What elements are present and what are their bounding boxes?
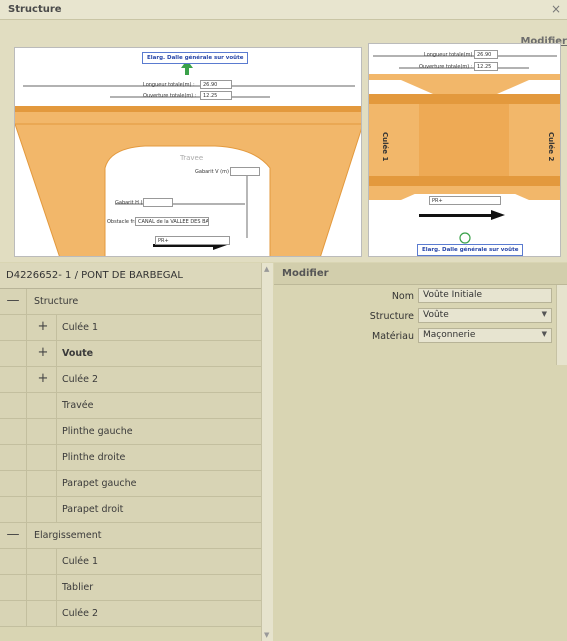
tree-item[interactable]: — Elargissement xyxy=(0,523,261,549)
tree-indent-line xyxy=(26,523,27,548)
materiau-label: Matériau xyxy=(372,331,414,342)
tree-item[interactable]: Travée xyxy=(0,393,261,419)
tree-indent-line xyxy=(56,601,57,626)
tree-header: D4226652- 1 / PONT DE BARBEGAL xyxy=(0,263,261,289)
tree-item-label: Culée 1 xyxy=(62,322,99,333)
tree-indent-line xyxy=(26,289,27,314)
modify-scrollbar[interactable] xyxy=(556,285,567,365)
structure-select[interactable]: Voûte ▼ xyxy=(418,308,552,323)
gabarit-v-label: Gabarit V (m) xyxy=(195,169,229,175)
tree-scrollbar[interactable]: ▲ ▼ xyxy=(261,263,273,641)
materiau-select-value: Maçonnerie xyxy=(423,330,476,340)
expand-icon[interactable]: + xyxy=(30,319,56,334)
tree-item-label: Travée xyxy=(62,400,94,411)
modify-title: Modifier xyxy=(282,268,329,279)
tree-item[interactable]: Tablier xyxy=(0,575,261,601)
elarg-button-bottom[interactable]: Elarg. Dalle générale sur voûte xyxy=(417,244,524,256)
tree-item-label: Culée 2 xyxy=(62,608,99,619)
tree-item-label: Plinthe gauche xyxy=(62,426,133,437)
nom-field[interactable]: Voûte Initiale xyxy=(418,288,552,303)
expand-icon[interactable]: + xyxy=(30,371,56,386)
tree-indent-line xyxy=(56,315,57,340)
tree-item[interactable]: Culée 2 xyxy=(0,601,261,627)
tree-item[interactable]: Plinthe gauche xyxy=(0,419,261,445)
ouverture-input[interactable]: 12.25 xyxy=(200,91,232,100)
plan-longueur-label: Longueur totale(m) : xyxy=(424,52,476,58)
tree-indent-line xyxy=(26,549,27,574)
tree-item[interactable]: Parapet gauche xyxy=(0,471,261,497)
tree-indent-line xyxy=(56,549,57,574)
structure-label: Structure xyxy=(369,311,414,322)
pr-select-left[interactable]: PR+ xyxy=(155,236,230,245)
modify-header: Modifier xyxy=(274,263,567,285)
tree-indent-line xyxy=(26,471,27,496)
tree-indent-line xyxy=(26,575,27,600)
tree-item-label: Structure xyxy=(34,296,79,307)
tree-indent-line xyxy=(56,367,57,392)
plan-ouverture-label: Ouverture totale(m) : xyxy=(419,64,473,70)
plan-drawing xyxy=(369,55,560,244)
tree-indent-line xyxy=(56,419,57,444)
nom-label: Nom xyxy=(391,291,414,302)
tree-indent-line xyxy=(26,393,27,418)
tree-item[interactable]: — Structure xyxy=(0,289,261,315)
collapse-icon[interactable]: — xyxy=(0,527,26,542)
collapse-icon[interactable]: — xyxy=(0,293,26,308)
travee-label: Travee xyxy=(180,154,204,162)
pr-select-right[interactable]: PR+ xyxy=(429,196,501,205)
expand-icon[interactable]: + xyxy=(30,345,56,360)
ouverture-label: Ouverture totale(m) : xyxy=(143,93,197,99)
tree-item[interactable]: Parapet droit xyxy=(0,497,261,523)
tree-indent-line xyxy=(56,497,57,522)
tree-item[interactable]: + Voute xyxy=(0,341,261,367)
bridge-title: D4226652- 1 / PONT DE BARBEGAL xyxy=(6,270,183,281)
close-icon[interactable]: × xyxy=(551,2,561,16)
materiau-select[interactable]: Maçonnerie ▼ xyxy=(418,328,552,343)
tree-item-label: Elargissement xyxy=(34,530,102,541)
tree-item-label: Tablier xyxy=(62,582,94,593)
plan-ouverture-input[interactable]: 12.25 xyxy=(474,62,498,71)
tree-item-label: Plinthe droite xyxy=(62,452,126,463)
tree-indent-line xyxy=(56,393,57,418)
tree-item[interactable]: + Culée 1 xyxy=(0,315,261,341)
scroll-down-icon[interactable]: ▼ xyxy=(264,631,269,639)
tree-indent-line xyxy=(26,445,27,470)
tree-item-label: Parapet gauche xyxy=(62,478,137,489)
obstacle-select[interactable]: CANAL de la VALLEE DES BA xyxy=(135,217,209,226)
tree-item[interactable]: Plinthe droite xyxy=(0,445,261,471)
longueur-input[interactable]: 26.90 xyxy=(200,80,232,89)
elarg-button-top[interactable]: Elarg. Dalle générale sur voûte xyxy=(142,52,249,64)
gabarit-v-input[interactable] xyxy=(230,167,260,176)
gabarit-h-input[interactable] xyxy=(143,198,173,207)
chevron-down-icon: ▼ xyxy=(541,310,547,318)
tree-indent-line xyxy=(26,315,27,340)
tree-indent-line xyxy=(56,471,57,496)
tree-item-label: Culée 1 xyxy=(62,556,99,567)
tree-item-label: Culée 2 xyxy=(62,374,99,385)
plan-longueur-input[interactable]: 26.90 xyxy=(474,50,498,59)
tree-indent-line xyxy=(56,575,57,600)
plan-view: Longueur totale(m) : 26.90 Ouverture tot… xyxy=(368,43,561,257)
modify-panel: Modifier Nom Voûte Initiale Structure Vo… xyxy=(274,263,567,641)
longueur-label: Longueur totale(m) : xyxy=(143,82,195,88)
tree-item-label: Voute xyxy=(62,348,94,359)
tree-indent-line xyxy=(26,419,27,444)
tree-item-label: Parapet droit xyxy=(62,504,124,515)
tree-indent-line xyxy=(56,445,57,470)
tree-item[interactable]: Culée 1 xyxy=(0,549,261,575)
tree-item[interactable]: + Culée 2 xyxy=(0,367,261,393)
tree-indent-line xyxy=(56,341,57,366)
culee2-label: Culée 2 xyxy=(547,132,555,162)
tree-indent-line xyxy=(26,497,27,522)
structure-select-value: Voûte xyxy=(423,310,449,320)
scroll-up-icon[interactable]: ▲ xyxy=(264,265,269,273)
chevron-down-icon: ▼ xyxy=(541,330,547,338)
tree-indent-line xyxy=(26,367,27,392)
title-bar: Structure × xyxy=(0,0,567,20)
elevation-view: Elarg. Dalle générale sur voûte Longueur… xyxy=(14,47,362,257)
tree-indent-line xyxy=(26,341,27,366)
tree-indent-line xyxy=(26,601,27,626)
culee1-label: Culée 1 xyxy=(381,132,389,162)
window-title: Structure xyxy=(8,4,62,15)
